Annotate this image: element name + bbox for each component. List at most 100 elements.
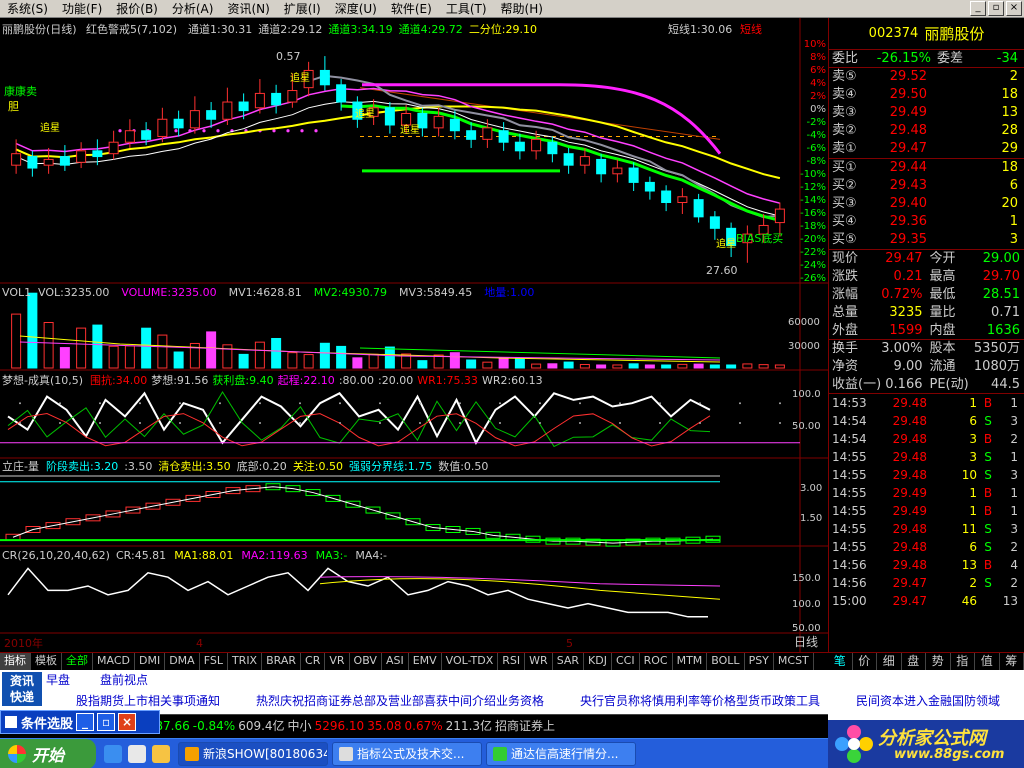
task-indicator-formula[interactable]: 指标公式及技术交...	[332, 741, 482, 766]
chart-area[interactable]: 丽鹏股份(日线) 红色警戒5(7,102) 通道1:30.31 通道2:29.12…	[0, 18, 828, 652]
folder-icon[interactable]	[152, 744, 170, 763]
menu-depth[interactable]: 深度(U)	[328, 0, 384, 18]
messenger-icon[interactable]	[128, 744, 146, 763]
menu-news[interactable]: 资讯(N)	[220, 0, 276, 18]
weidiff-label: 委差	[937, 51, 964, 66]
condition-select-window[interactable]: 条件选股 _ ▫ ×	[0, 710, 160, 734]
dream-dot	[219, 402, 221, 405]
task-tdx[interactable]: 通达信高速行情分...	[486, 741, 636, 766]
indicator-tab[interactable]: BRAR	[262, 653, 302, 670]
sell-level[interactable]: 卖① 29.47 29	[829, 140, 1024, 158]
vol-value: VOLUME:3235.00	[121, 286, 217, 299]
restore-button[interactable]: ▫	[988, 1, 1004, 16]
stat-cell: 最低 28.51	[927, 286, 1024, 304]
indicator-tab[interactable]: SAR	[553, 653, 585, 670]
indicator-tab[interactable]: ROC	[640, 653, 673, 670]
indicator-tab[interactable]: CR	[301, 653, 326, 670]
cr-tick: 100.0	[792, 599, 821, 610]
indicator-tab[interactable]: EMV	[409, 653, 442, 670]
indicator-tab[interactable]: MTM	[673, 653, 708, 670]
indicator-tab[interactable]: OBV	[350, 653, 382, 670]
windows-logo-icon	[8, 744, 26, 763]
detail-tab[interactable]: 盘	[902, 653, 926, 670]
lizhuang-value: :3.50	[124, 460, 153, 473]
volume-bar	[141, 327, 152, 369]
sell-level[interactable]: 卖④ 29.50 18	[829, 86, 1024, 104]
menu-quote[interactable]: 报价(B)	[109, 0, 165, 18]
volume-bar	[352, 357, 363, 369]
period-label[interactable]: 日线	[794, 636, 818, 649]
indicator-tab[interactable]: 全部	[62, 653, 93, 670]
indicator-tab[interactable]: FSL	[200, 653, 228, 670]
indicator-tab[interactable]: DMA	[165, 653, 200, 670]
buy-level[interactable]: 买② 29.43 6	[829, 177, 1024, 195]
detail-tab[interactable]: 筹	[1000, 653, 1024, 670]
menu-help[interactable]: 帮助(H)	[494, 0, 550, 18]
indicator-tab[interactable]: DMI	[135, 653, 166, 670]
sell-level[interactable]: 卖③ 29.49 13	[829, 104, 1024, 122]
detail-tab[interactable]: 细	[877, 653, 902, 670]
news-headline[interactable]: 热烈庆祝招商证券总部及营业部喜获中间介绍业务资格	[256, 693, 544, 709]
ie-icon[interactable]	[104, 744, 122, 763]
minimize-button[interactable]: _	[970, 1, 986, 16]
sell-level[interactable]: 卖⑤ 29.52 2	[829, 68, 1024, 86]
indicator-tab[interactable]: WR	[525, 653, 553, 670]
news-headline[interactable]: 民间资本进入金融国防领域	[856, 693, 1000, 709]
trade-price: 29.48	[892, 414, 927, 428]
indicator-tab[interactable]: ASI	[382, 653, 409, 670]
buy-level[interactable]: 买④ 29.36 1	[829, 213, 1024, 231]
buy-label: 追星	[400, 125, 420, 136]
menu-extend[interactable]: 扩展(I)	[277, 0, 328, 18]
detail-tab[interactable]: 价	[853, 653, 877, 670]
menu-tools[interactable]: 工具(T)	[439, 0, 494, 18]
close-button[interactable]: ×	[1006, 1, 1022, 16]
indicator-tab[interactable]: 模板	[31, 653, 62, 670]
indicator-tab[interactable]: MCST	[774, 653, 814, 670]
buy-level[interactable]: 买③ 29.40 20	[829, 195, 1024, 213]
start-button[interactable]: 开始	[0, 738, 96, 768]
detail-tab[interactable]: 值	[975, 653, 1000, 670]
buy-level[interactable]: 买① 29.44 18	[829, 159, 1024, 177]
indicator-tab[interactable]: RSI	[498, 653, 526, 670]
restore-icon[interactable]: ▫	[97, 713, 116, 731]
detail-tab[interactable]: 指	[951, 653, 975, 670]
trade-count: 2	[1010, 540, 1018, 554]
dream-dot	[339, 422, 341, 424]
indicator-tab[interactable]: VR	[325, 653, 350, 670]
trade-time: 14:55	[832, 468, 867, 482]
menu-system[interactable]: 系统(S)	[0, 0, 55, 18]
menu-analysis[interactable]: 分析(A)	[165, 0, 221, 18]
level-volume: 18	[1001, 160, 1018, 175]
menu-software[interactable]: 软件(E)	[384, 0, 439, 18]
indicator-tab[interactable]: PSY	[745, 653, 774, 670]
indicator-tab[interactable]: BOLL	[707, 653, 745, 670]
minimize-icon[interactable]: _	[76, 713, 95, 731]
news-headline[interactable]: 央行官员称将慎用利率等价格型货币政策工具	[580, 693, 820, 709]
indicator-tab[interactable]: 指标	[0, 653, 31, 670]
dream-dot	[739, 422, 741, 424]
dream-dot	[419, 422, 421, 424]
indicator-tab[interactable]: VOL-TDX	[442, 653, 499, 670]
trade-count: 3	[1010, 522, 1018, 536]
bias-annotation: BIAS底买	[736, 232, 784, 245]
dream-value: WR2:60.13	[481, 374, 543, 387]
detail-tab[interactable]: 笔	[828, 653, 853, 670]
sell-level[interactable]: 卖② 29.48 28	[829, 122, 1024, 140]
task-sina-show[interactable]: 新浪SHOW[80180634]	[178, 741, 328, 766]
volume-bar	[531, 363, 542, 369]
ticker-item: 5296.10	[314, 719, 365, 733]
news-link[interactable]: 早盘	[46, 671, 70, 689]
indicator-tab[interactable]: TRIX	[228, 653, 263, 670]
indicator-tab[interactable]: MACD	[93, 653, 135, 670]
close-icon[interactable]: ×	[118, 713, 137, 731]
app-icon	[339, 746, 353, 761]
detail-tab[interactable]: 势	[926, 653, 951, 670]
news-headline[interactable]: 股指期货上市相关事项通知	[76, 693, 220, 709]
trade-side: S	[984, 450, 992, 464]
indicator-tab[interactable]: KDJ	[584, 653, 612, 670]
indicator-tab[interactable]: CCI	[612, 653, 640, 670]
news-link[interactable]: 盘前视点	[100, 671, 148, 689]
menu-function[interactable]: 功能(F)	[55, 0, 109, 18]
candle-body	[774, 208, 785, 224]
buy-level[interactable]: 买⑤ 29.35 3	[829, 231, 1024, 249]
